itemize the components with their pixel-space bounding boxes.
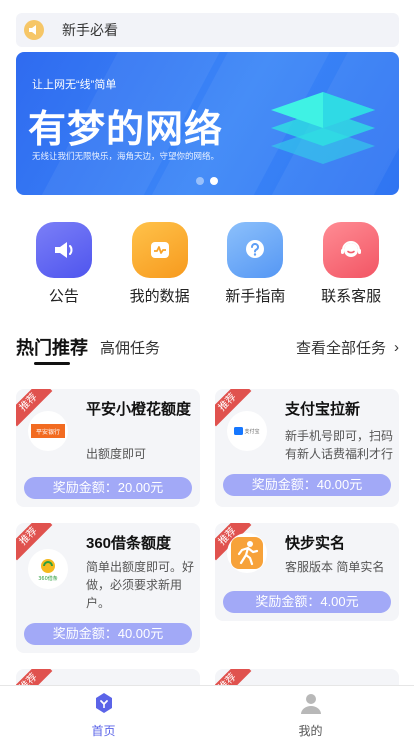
svg-text:平安银行: 平安银行 [36,428,60,436]
customer-service-icon [323,222,380,278]
card-title: 支付宝拉新 [285,401,361,418]
tab-high-commission[interactable]: 高佣任务 [100,337,160,358]
nav-mine-label: 我的 [298,724,323,737]
task-card[interactable]: 推荐 支付宝 支付宝拉新 新手机号即可，扫码有新人话费福利才行 奖励金额：40.… [215,389,399,507]
reward-amount: 奖励金额：20.00元 [24,477,192,499]
megaphone-icon [35,222,92,278]
speaker-icon [24,20,44,40]
card-description: 简单出额度即可。好做，必须要求新用户。 [86,560,195,610]
network-layers-illustration [271,92,375,164]
action-label: 我的数据 [129,288,190,305]
user-icon [299,691,323,720]
360-logo-icon: 360借条 [28,549,68,589]
help-icon [227,222,284,278]
action-label: 公告 [48,288,79,305]
action-label: 联系客服 [321,288,382,305]
card-title: 快步实名 [285,535,346,552]
carousel-dot[interactable] [196,177,204,185]
carousel-dots [196,177,218,185]
banner-subtitle: 让上网无“线”简单 [32,79,117,91]
banner-description: 无线让我们无限快乐，海角天边，守望你的网络。 [32,151,220,161]
action-announcement[interactable]: 公告 [19,222,109,306]
quick-actions: 公告 我的数据 新手指南 联系客服 [16,222,399,306]
card-title: 平安小橙花额度 [86,401,192,418]
banner-title: 有梦的网络 [28,109,224,151]
active-tab-indicator [34,362,70,365]
view-all-label: 查看全部任务 [295,340,386,357]
carousel-dot-active[interactable] [210,177,218,185]
nav-home[interactable]: 首页 [0,686,207,737]
home-icon [92,691,116,720]
svg-text:支付宝: 支付宝 [244,428,259,435]
reward-amount: 奖励金额：4.00元 [223,591,391,613]
card-title: 360借条额度 [86,535,172,552]
promo-banner[interactable]: 让上网无“线”简单 有梦的网络 无线让我们无限快乐，海角天边，守望你的网络。 [16,52,399,195]
tab-hot-recommend[interactable]: 热门推荐 [16,334,88,360]
svg-text:360借条: 360借条 [38,575,58,582]
card-description: 客服版本 简单实名 [285,560,385,574]
alipay-logo-icon: 支付宝 [227,411,267,451]
card-description: 出额度即可 [86,447,147,461]
task-tabs: 热门推荐 高佣任务 查看全部任务 › [16,334,399,368]
view-all-tasks-link[interactable]: 查看全部任务 › [296,337,399,358]
pingan-logo-icon: 平安银行 [28,411,68,451]
nav-mine[interactable]: 我的 [207,686,414,737]
task-card[interactable]: 推荐 快步实名 客服版本 简单实名 奖励金额：4.00元 [215,523,399,621]
notice-bar[interactable]: 新手必看 [16,13,399,47]
card-description: 新手机号即可，扫码有新人话费福利才行 [285,429,394,461]
action-label: 新手指南 [225,288,286,305]
nav-home-label: 首页 [91,724,116,737]
chevron-right-icon: › [394,339,399,356]
runner-logo-icon [227,533,267,573]
reward-amount: 奖励金额：40.00元 [223,474,391,496]
action-customer-service[interactable]: 联系客服 [306,222,396,306]
notice-text: 新手必看 [62,22,118,38]
task-card[interactable]: 推荐 平安银行 平安小橙花额度 出额度即可 奖励金额：20.00元 [16,389,200,507]
action-my-data[interactable]: 我的数据 [115,222,205,306]
reward-amount: 奖励金额：40.00元 [24,623,192,645]
task-card[interactable]: 推荐 360借条 360借条额度 简单出额度即可。好做，必须要求新用户。 奖励金… [16,523,200,653]
action-guide[interactable]: 新手指南 [210,222,300,306]
data-chart-icon [131,222,188,278]
bottom-nav: 首页 我的 [0,685,414,737]
